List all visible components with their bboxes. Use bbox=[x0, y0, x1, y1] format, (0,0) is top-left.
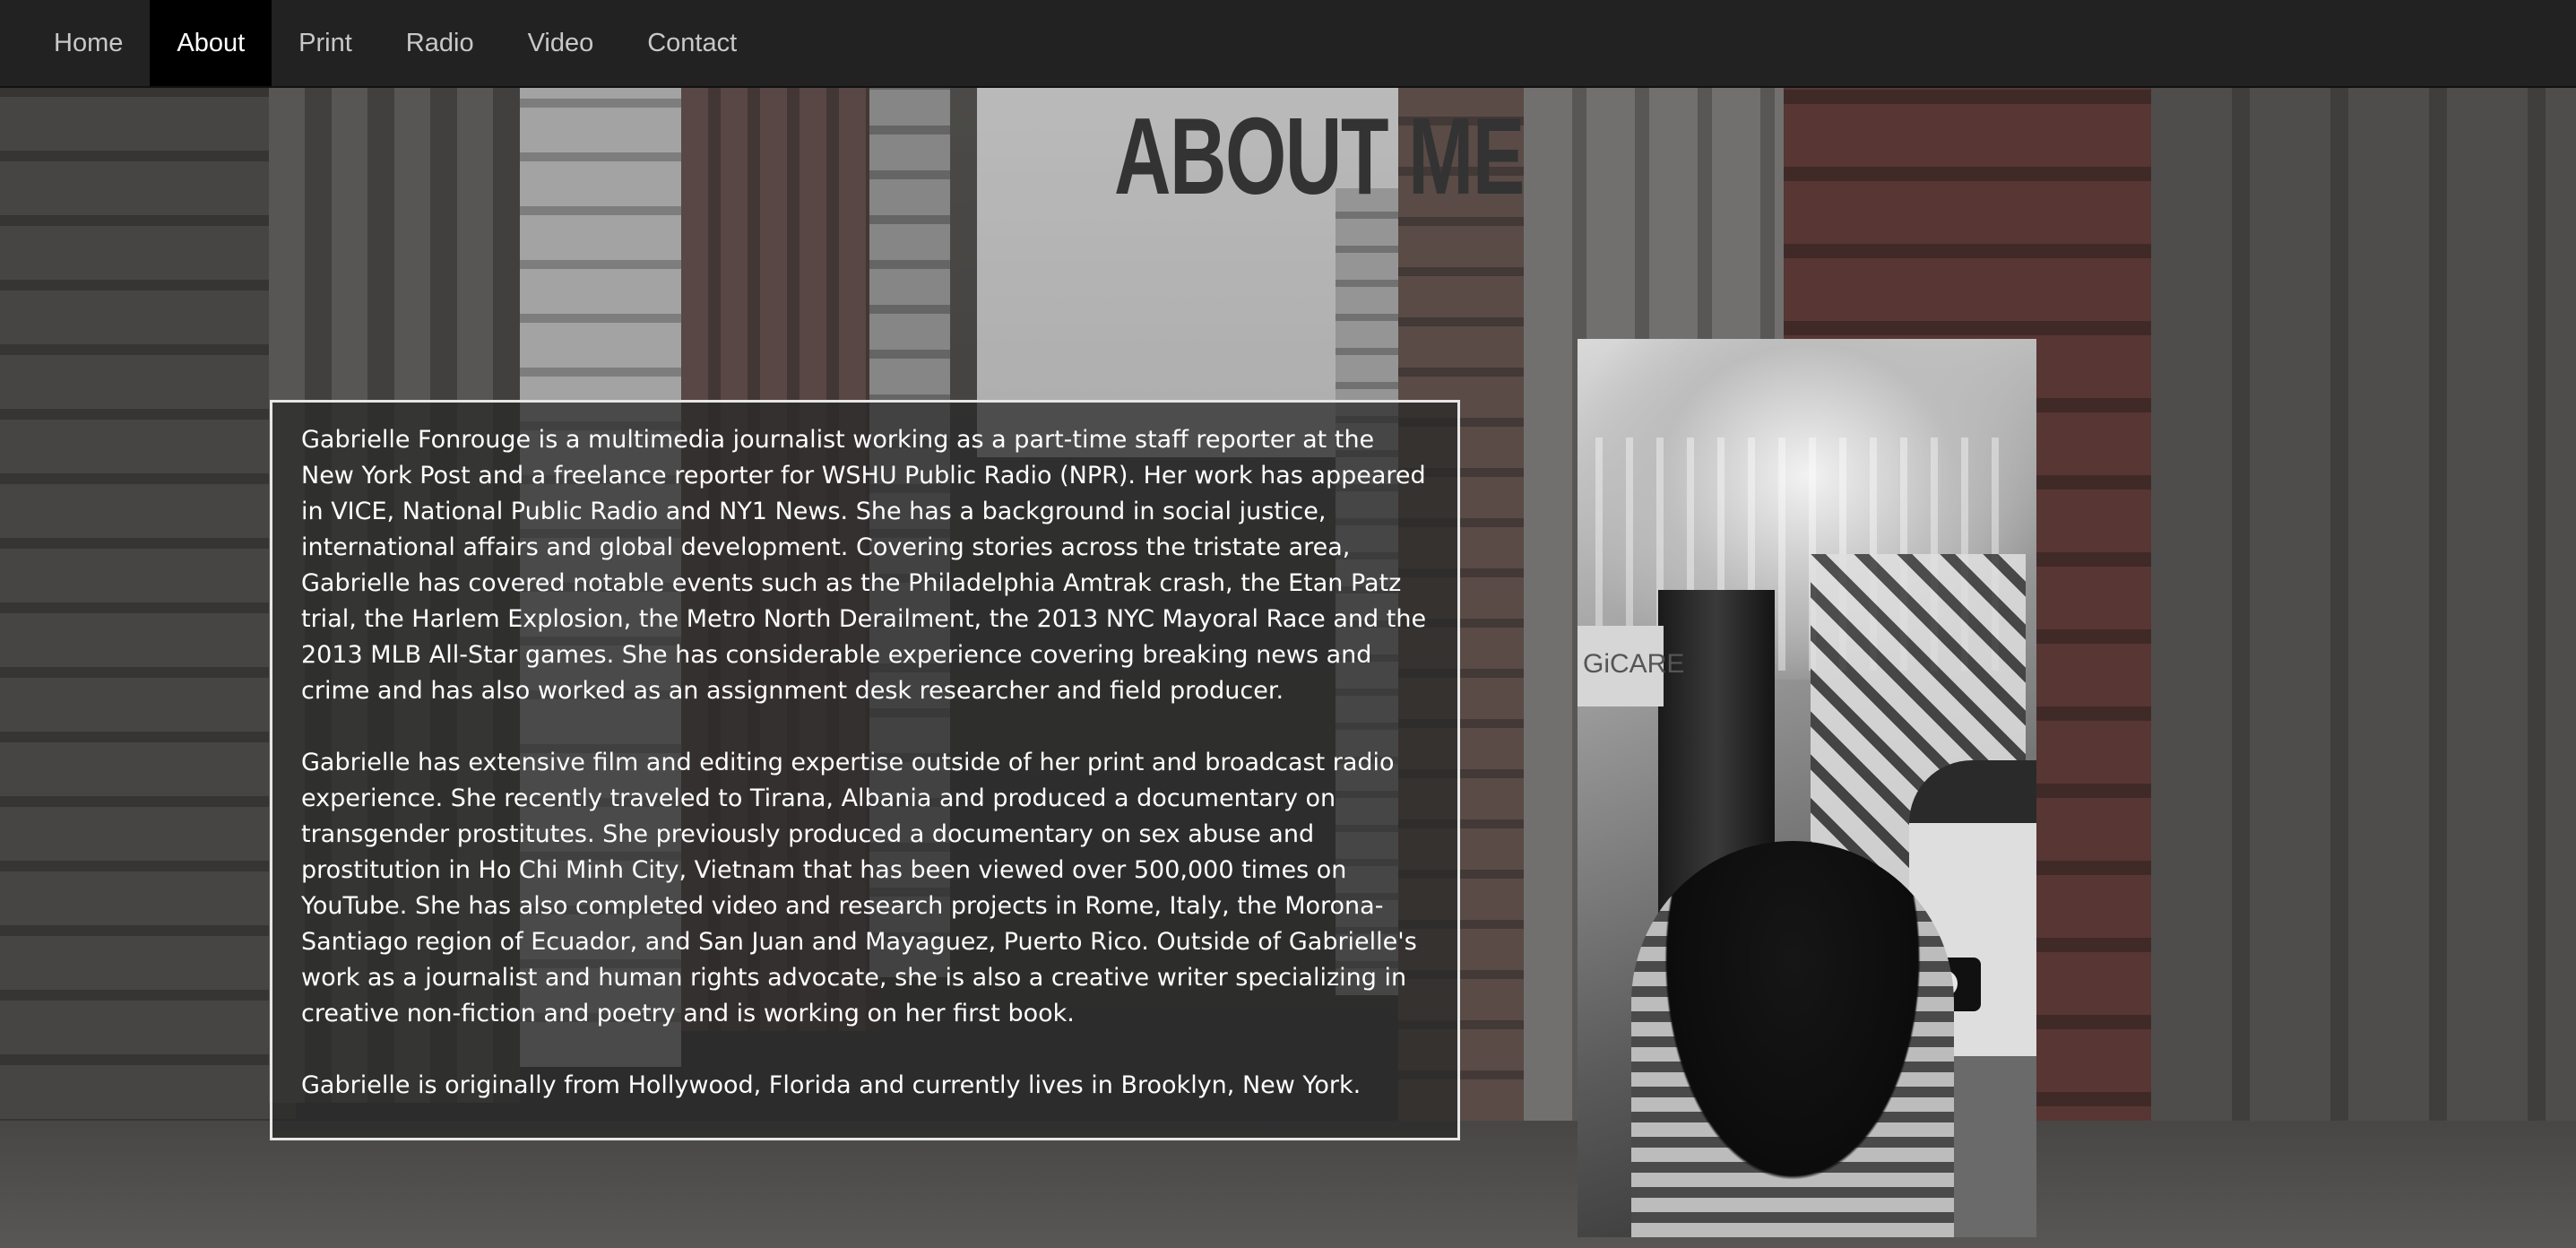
page-title: ABOUT ME bbox=[1114, 95, 1525, 217]
photo-person-foreground bbox=[1631, 841, 1954, 1237]
bio-box: Gabrielle Fonrouge is a multimedia journ… bbox=[270, 400, 1460, 1140]
bio-paragraph: Gabrielle Fonrouge is a multimedia journ… bbox=[301, 426, 1427, 705]
nav-item-contact[interactable]: Contact bbox=[620, 0, 764, 86]
profile-photo: GiCARE bbox=[1578, 339, 2036, 1237]
top-nav: Home About Print Radio Video Contact bbox=[0, 0, 2576, 88]
nav-item-video[interactable]: Video bbox=[501, 0, 621, 86]
nav-item-print[interactable]: Print bbox=[272, 0, 379, 86]
nav-item-about[interactable]: About bbox=[150, 0, 272, 86]
bio-paragraph: Gabrielle is originally from Hollywood, … bbox=[301, 1071, 1361, 1099]
bio-paragraph: Gabrielle has extensive film and editing… bbox=[301, 749, 1417, 1027]
photo-sign-text: GiCARE bbox=[1583, 649, 1685, 679]
nav-item-radio[interactable]: Radio bbox=[379, 0, 501, 86]
nav-item-home[interactable]: Home bbox=[27, 0, 150, 86]
